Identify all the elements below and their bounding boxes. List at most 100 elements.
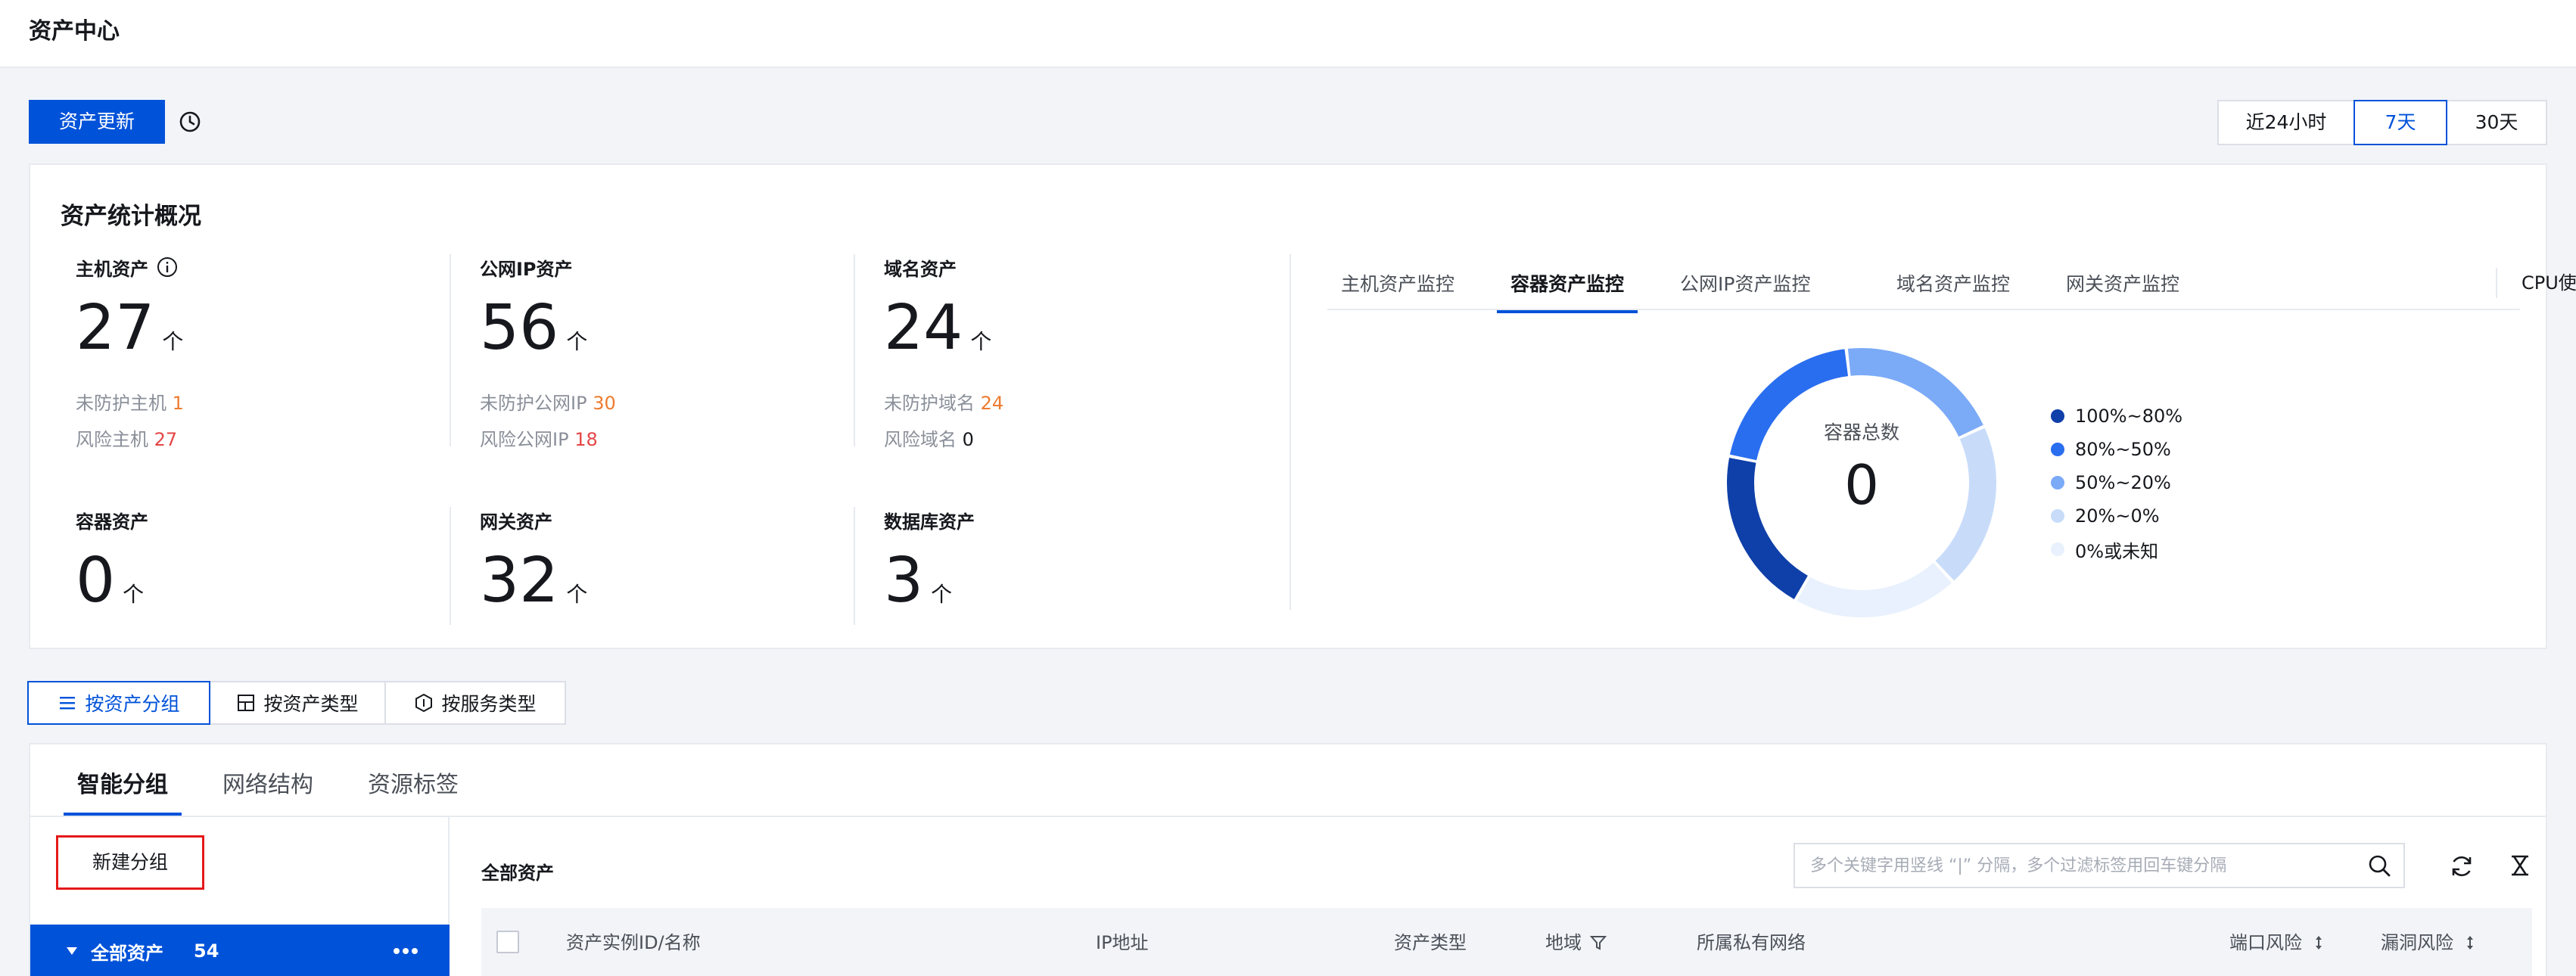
divider <box>854 507 855 625</box>
donut-legend: 100%~80% 80%~50% 50%~20% 20%~0% 0%或未知 <box>2051 399 2182 566</box>
tab-resource-tags[interactable]: 资源标签 <box>368 766 459 816</box>
search-icon[interactable] <box>2367 853 2391 878</box>
col-port-risk-label: 端口风险 <box>2229 932 2302 953</box>
tab-container-monitor[interactable]: 容器资产监控 <box>1496 269 1638 313</box>
risk-domain-label: 风险域名 <box>884 429 957 450</box>
tab-network-structure[interactable]: 网络结构 <box>222 766 313 816</box>
tab-smart-group[interactable]: 智能分组 <box>64 766 182 816</box>
stat-gateway: 网关资产 32 个 <box>480 507 858 631</box>
divider <box>854 254 855 446</box>
legend-dot <box>2051 476 2064 490</box>
stat-container-unit: 个 <box>123 582 145 607</box>
search-box <box>1794 843 2405 888</box>
new-group-button[interactable]: 新建分组 <box>56 835 204 890</box>
legend-item: 0%或未知 <box>2051 533 2182 566</box>
col-port-risk[interactable]: 端口风险 <box>2229 908 2328 976</box>
stat-database-unit: 个 <box>931 582 953 607</box>
divider <box>450 254 451 446</box>
table-title: 全部资产 <box>481 863 554 884</box>
tab-label: 按资产类型 <box>263 693 359 715</box>
tab-gateway-monitor[interactable]: 网关资产监控 <box>2066 269 2179 310</box>
top-bar: 资产中心 <box>0 0 2576 68</box>
hourglass-icon[interactable] <box>2508 853 2532 878</box>
donut-title: 容器总数 <box>1824 421 1899 443</box>
more-icon[interactable] <box>390 940 421 962</box>
stat-host-value: 27 <box>76 292 155 364</box>
unprotected-ip-count[interactable]: 30 <box>593 393 616 414</box>
grid-icon <box>238 695 255 711</box>
metric-select-value: CPU使用率 <box>2522 272 2576 294</box>
stat-database: 数据库资产 3 个 <box>884 507 1262 631</box>
metric-select[interactable]: CPU使用率 <box>2496 268 2576 298</box>
tab-by-service-type[interactable]: 按服务类型 <box>384 681 566 725</box>
stat-public-ip-value: 56 <box>480 292 559 364</box>
col-ip[interactable]: IP地址 <box>1096 908 1149 976</box>
sort-icon[interactable] <box>2461 934 2479 952</box>
risk-ip-label: 风险公网IP <box>480 429 569 450</box>
risk-host-count[interactable]: 27 <box>154 429 178 450</box>
tab-public-ip-monitor[interactable]: 公网IP资产监控 <box>1680 269 1810 310</box>
tree-item-count: 54 <box>194 940 219 962</box>
group-tabs: 智能分组 网络结构 资源标签 <box>30 744 2547 817</box>
select-all-checkbox[interactable] <box>496 931 519 953</box>
legend-label: 0%或未知 <box>2075 540 2159 562</box>
divider <box>450 507 451 625</box>
stat-domain-label: 域名资产 <box>884 258 957 280</box>
unprotected-domain-count[interactable]: 24 <box>981 393 1004 414</box>
range-7d-button[interactable]: 7天 <box>2354 100 2447 145</box>
tree-item-all-assets[interactable]: 全部资产 54 <box>30 925 450 976</box>
tab-domain-monitor[interactable]: 域名资产监控 <box>1896 269 2010 310</box>
tab-label: 按资产分组 <box>85 693 180 715</box>
unprotected-host-count[interactable]: 1 <box>173 393 184 414</box>
legend-dot <box>2051 542 2064 556</box>
range-24h-button[interactable]: 近24小时 <box>2217 100 2355 145</box>
list-icon <box>60 697 76 710</box>
refresh-icon[interactable] <box>2449 853 2475 879</box>
stat-host: 主机资产 27 个 未防护主机 1 风险主机 27 <box>76 254 454 452</box>
legend-label: 50%~20% <box>2075 472 2171 493</box>
page-title: 资产中心 <box>29 18 120 45</box>
unprotected-host-label: 未防护主机 <box>76 393 166 414</box>
stat-domain-value: 24 <box>884 292 963 364</box>
legend-label: 100%~80% <box>2075 406 2183 427</box>
stat-database-label: 数据库资产 <box>884 511 975 533</box>
clock-icon[interactable] <box>179 110 201 133</box>
donut-value: 0 <box>1844 453 1879 517</box>
stat-public-ip-label: 公网IP资产 <box>480 258 573 280</box>
legend-dot <box>2051 443 2064 456</box>
range-30d-button[interactable]: 30天 <box>2446 100 2547 145</box>
stat-database-value: 3 <box>884 545 924 617</box>
tab-host-monitor[interactable]: 主机资产监控 <box>1341 269 1454 310</box>
stat-container-value: 0 <box>76 545 116 617</box>
stat-gateway-unit: 个 <box>566 582 588 607</box>
col-vuln-risk[interactable]: 漏洞风险 <box>2381 908 2479 976</box>
risk-host-label: 风险主机 <box>76 429 148 450</box>
col-vpc[interactable]: 所属私有网络 <box>1697 908 1806 976</box>
col-region[interactable]: 地域 <box>1545 908 1607 976</box>
col-vuln-risk-label: 漏洞风险 <box>2381 932 2453 953</box>
table-header: 资产实例ID/名称 IP地址 资产类型 地域 所属私有网络 端口风险 漏洞风险 <box>481 908 2532 976</box>
col-instance[interactable]: 资产实例ID/名称 <box>566 908 701 976</box>
legend-item: 20%~0% <box>2051 499 2182 533</box>
search-input[interactable] <box>1795 844 2325 887</box>
stat-public-ip-unit: 个 <box>566 329 588 354</box>
risk-domain-count[interactable]: 0 <box>963 429 974 450</box>
stat-domain-unit: 个 <box>970 329 992 354</box>
overview-title: 资产统计概况 <box>61 203 201 230</box>
stat-gateway-value: 32 <box>480 545 559 617</box>
tab-by-asset-group[interactable]: 按资产分组 <box>27 681 210 725</box>
tree-item-label: 全部资产 <box>91 942 163 964</box>
filter-icon[interactable] <box>1589 934 1607 952</box>
asset-update-button[interactable]: 资产更新 <box>29 100 165 144</box>
divider <box>1290 254 1291 610</box>
unprotected-domain-label: 未防护域名 <box>884 393 975 414</box>
hexagon-icon <box>415 693 433 713</box>
sort-icon[interactable] <box>2310 934 2328 952</box>
caret-down-icon[interactable] <box>67 947 77 955</box>
unprotected-ip-label: 未防护公网IP <box>480 393 587 414</box>
stat-public-ip: 公网IP资产 56 个 未防护公网IP 30 风险公网IP 18 <box>480 254 858 452</box>
info-icon[interactable] <box>156 256 179 278</box>
risk-ip-count[interactable]: 18 <box>574 429 598 450</box>
tab-by-asset-type[interactable]: 按资产类型 <box>209 681 386 725</box>
col-type[interactable]: 资产类型 <box>1394 908 1467 976</box>
